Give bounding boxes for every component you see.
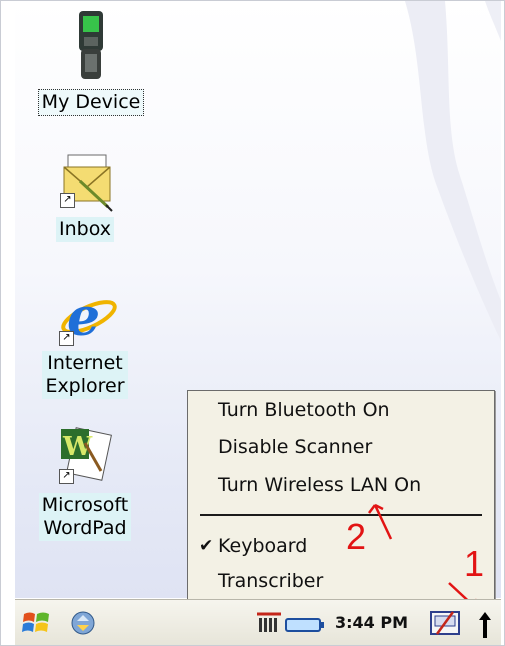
menu-separator <box>200 514 482 516</box>
device-icon <box>71 9 111 85</box>
battery-icon <box>285 617 325 637</box>
menu-item-label: Transcriber <box>218 570 324 592</box>
shortcut-arrow-icon: ↗ <box>59 469 74 484</box>
desktop-icon-label: Inbox <box>56 217 114 242</box>
menu-item-turn-wireless-lan-on[interactable]: Turn Wireless LAN On <box>188 468 494 502</box>
shortcut-arrow-icon: ↗ <box>60 193 75 208</box>
start-icon[interactable] <box>21 608 53 642</box>
desktop-icon-inbox[interactable]: ↗ Inbox <box>35 151 135 242</box>
desktop-icon-wordpad[interactable]: W ↗ Microsoft WordPad <box>29 425 141 541</box>
checkmark-icon: ✔ <box>199 536 214 556</box>
menu-item-label: Turn Bluetooth On <box>218 399 390 421</box>
input-menu-arrow-icon[interactable] <box>477 610 493 644</box>
input-popup-menu: Turn Bluetooth On Disable Scanner Turn W… <box>187 390 495 606</box>
menu-item-keyboard[interactable]: ✔ Keyboard <box>188 529 494 563</box>
menu-item-label: Disable Scanner <box>218 436 373 458</box>
internet-explorer-icon: e ↗ <box>53 287 117 348</box>
signal-icon <box>255 612 283 638</box>
label-line: Microsoft <box>41 494 129 516</box>
label-line: Explorer <box>45 375 125 397</box>
desktop-icon-label: Internet Explorer <box>42 351 128 399</box>
clock[interactable]: 3:44 PM <box>335 613 408 632</box>
desktop-icon-label: Microsoft WordPad <box>38 493 132 541</box>
menu-item-disable-scanner[interactable]: Disable Scanner <box>188 430 494 464</box>
inbox-icon: ↗ <box>56 151 114 213</box>
label-line: WordPad <box>43 517 127 539</box>
desktop-icon-internet-explorer[interactable]: e ↗ Internet Explorer <box>29 287 141 399</box>
keyboard-icon[interactable] <box>429 608 461 642</box>
menu-item-label: Turn Wireless LAN On <box>218 474 422 496</box>
label-line: Internet <box>47 352 123 374</box>
desktop-icon-my-device[interactable]: My Device <box>29 9 153 116</box>
activesync-icon[interactable] <box>69 609 97 641</box>
annotation-arrow-2 <box>368 503 393 540</box>
taskbar: 3:44 PM <box>15 599 501 645</box>
menu-item-label: Keyboard <box>218 535 308 557</box>
desktop-icon-label: My Device <box>37 89 145 116</box>
menu-item-turn-bluetooth-on[interactable]: Turn Bluetooth On <box>188 393 494 427</box>
device-screen: My Device ↗ Inbox e ↗ Internet Explorer … <box>0 0 505 646</box>
shortcut-arrow-icon: ↗ <box>59 331 74 346</box>
wordpad-icon: W ↗ <box>55 425 115 489</box>
